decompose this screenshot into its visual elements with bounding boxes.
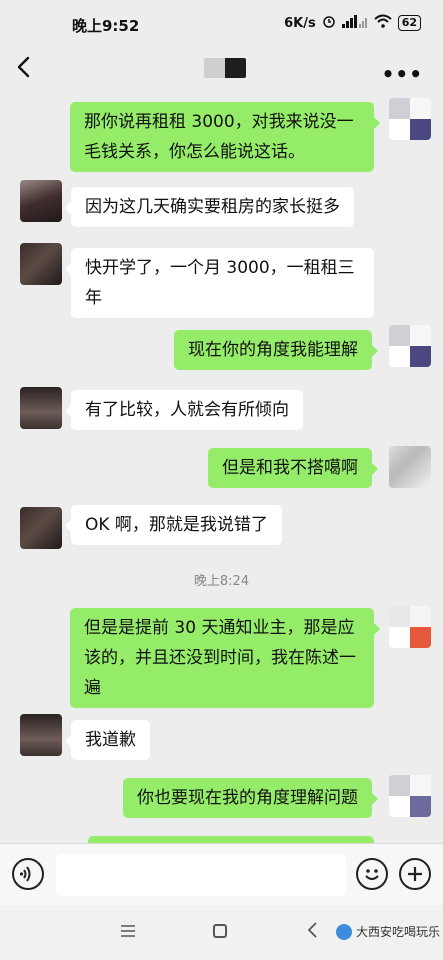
status-time: 晚上9:52 bbox=[72, 17, 140, 35]
message-bubble-incoming[interactable]: 快开学了，一个月 3000，一租租三年 bbox=[65, 248, 374, 318]
message-bubble-outgoing[interactable]: 但是是提前 30 天通知业主，那是应该的，并且还没到时间，我在陈述一遍 bbox=[70, 608, 380, 708]
contact-avatar[interactable] bbox=[20, 387, 62, 429]
back-nav-icon[interactable] bbox=[306, 921, 318, 944]
contact-avatar[interactable] bbox=[20, 180, 62, 222]
voice-icon bbox=[19, 866, 31, 882]
watermark-text: 大西安吃喝玩乐 bbox=[356, 925, 441, 939]
my-avatar[interactable] bbox=[389, 325, 431, 367]
message-bubble-incoming[interactable]: 有了比较，人就会有所倾向 bbox=[65, 390, 303, 430]
contact-avatar[interactable] bbox=[20, 243, 62, 285]
watermark: 大西安吃喝玩乐 bbox=[336, 923, 440, 940]
my-avatar[interactable] bbox=[389, 98, 431, 140]
my-avatar[interactable] bbox=[389, 606, 431, 648]
time-separator: 晚上8:24 bbox=[193, 574, 250, 589]
message-bubble-outgoing[interactable]: 但是和我不搭噶啊 bbox=[208, 448, 378, 488]
message-input[interactable] bbox=[56, 854, 346, 896]
network-speed: 6K/s bbox=[284, 15, 316, 31]
voice-button[interactable] bbox=[12, 858, 44, 890]
emoji-button[interactable] bbox=[356, 858, 388, 890]
my-avatar[interactable] bbox=[389, 446, 431, 488]
chat-area[interactable]: 那你说再租租 3000，对我来说没一毛钱关系，你怎么能说这话。 因为这几天确实要… bbox=[0, 88, 443, 843]
message-bubble-incoming[interactable]: 我道歉 bbox=[65, 720, 150, 760]
battery-icon: 62 bbox=[397, 15, 421, 31]
message-bubble-outgoing-partial[interactable] bbox=[88, 836, 374, 843]
smiley-icon bbox=[365, 869, 379, 880]
chat-title-avatar-blur bbox=[204, 58, 246, 78]
status-bar: 晚上9:52 6K/s 62 bbox=[0, 0, 443, 48]
alarm-icon bbox=[322, 14, 336, 32]
contact-avatar[interactable] bbox=[20, 507, 62, 549]
wechat-logo-icon bbox=[336, 923, 352, 940]
back-button[interactable] bbox=[12, 52, 36, 82]
system-nav-bar: 大西安吃喝玩乐 bbox=[0, 905, 443, 960]
chevron-left-icon bbox=[17, 56, 30, 78]
message-bubble-incoming[interactable]: OK 啊，那就是我说错了 bbox=[65, 505, 282, 545]
menu-icon[interactable] bbox=[121, 925, 135, 937]
message-bubble-outgoing[interactable]: 你也要现在我的角度理解问题 bbox=[123, 778, 378, 818]
message-bubble-incoming[interactable]: 因为这几天确实要租房的家长挺多 bbox=[65, 187, 354, 227]
signal-icon bbox=[341, 14, 368, 32]
wifi-icon bbox=[374, 14, 392, 32]
message-bubble-outgoing[interactable]: 那你说再租租 3000，对我来说没一毛钱关系，你怎么能说这话。 bbox=[70, 102, 380, 172]
more-button[interactable]: ••• bbox=[382, 62, 423, 86]
plus-icon bbox=[408, 867, 422, 881]
home-icon[interactable] bbox=[213, 924, 227, 938]
more-functions-button[interactable] bbox=[399, 858, 431, 890]
input-bar bbox=[0, 843, 443, 905]
status-icons: 6K/s 62 bbox=[284, 14, 421, 32]
message-bubble-outgoing[interactable]: 现在你的角度我能理解 bbox=[174, 330, 378, 370]
contact-avatar[interactable] bbox=[20, 714, 62, 756]
my-avatar[interactable] bbox=[389, 775, 431, 817]
